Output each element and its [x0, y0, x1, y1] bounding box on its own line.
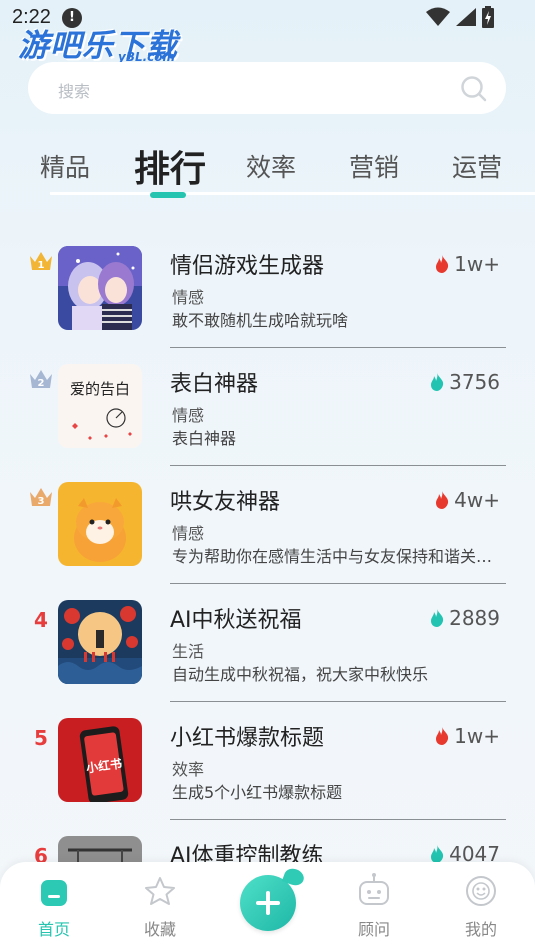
thumbnail-love-letter: 爱的告白 — [58, 364, 142, 448]
flame-teal-icon — [431, 373, 444, 391]
fire-red-icon — [436, 255, 449, 273]
rank-number: 4 — [34, 608, 48, 632]
home-icon — [41, 880, 67, 906]
item-stat-value: 1w+ — [454, 724, 500, 748]
nav-label: 收藏 — [143, 920, 176, 939]
tab-efficiency[interactable]: 效率 — [246, 148, 296, 184]
thumbnail-mid-autumn — [58, 600, 142, 684]
thumbnail-hamster — [58, 482, 142, 566]
status-icons — [425, 6, 495, 28]
item-category: 生活 — [172, 642, 205, 661]
item-stat: 3756 — [430, 370, 500, 394]
search-icon[interactable] — [460, 75, 488, 103]
nav-label: 顾问 — [357, 920, 390, 939]
list-item[interactable]: 5 小红书 小红书爆款标题 效率 生成5个小红书爆款标题 1w+ — [0, 702, 535, 820]
item-category: 情感 — [172, 524, 205, 543]
tab-operations[interactable]: 运营 — [452, 148, 502, 184]
signal-icon — [456, 8, 476, 26]
nav-home[interactable]: 首页 — [14, 872, 94, 940]
item-title: 表白神器 — [170, 372, 259, 397]
item-title: AI中秋送祝福 — [170, 608, 302, 633]
list-item[interactable]: 4 AI中秋送祝福 生活 自动生成中秋祝福，祝大家中秋快乐 2889 — [0, 584, 535, 702]
star-icon — [145, 877, 175, 905]
flame-teal-icon — [431, 845, 444, 863]
active-tab-indicator — [150, 192, 186, 198]
category-tabs: 精品 排行 效率 营销 运营 — [0, 140, 535, 200]
rank-crown-silver-icon: 2 — [30, 370, 52, 389]
tab-marketing[interactable]: 营销 — [349, 148, 399, 184]
thumb-text: 爱的告白 — [70, 380, 130, 398]
item-description: 专为帮助你在感情生活中与女友保持和谐关… — [172, 547, 493, 566]
nav-label: 首页 — [37, 920, 70, 939]
nav-label: 我的 — [464, 920, 497, 939]
list-item[interactable]: 3 哄女友神器 情感 专为帮助你在感情生活中与女友保持和谐关… 4w+ — [0, 466, 535, 584]
thumbnail-anime-couple — [58, 246, 142, 330]
item-stat: 1w+ — [435, 724, 500, 748]
nav-advisor[interactable]: 顾问 — [334, 872, 414, 940]
item-description: 敢不敢随机生成哈就玩啥 — [172, 311, 349, 330]
item-category: 情感 — [172, 406, 205, 425]
thumbnail-xiaohongshu: 小红书 — [58, 718, 142, 802]
tab-featured[interactable]: 精品 — [40, 148, 90, 184]
item-stat: 2889 — [430, 606, 500, 630]
list-item[interactable]: 1 情侣游戏生成器 情感 敢不敢随机生成哈就玩啥 1w+ — [0, 230, 535, 348]
item-description: 自动生成中秋祝福，祝大家中秋快乐 — [172, 665, 429, 684]
bottom-nav: 首页 收藏 顾问 我的 — [0, 862, 535, 951]
item-stat-value: 1w+ — [454, 252, 500, 276]
flame-teal-icon — [431, 609, 444, 627]
item-stat-value: 4w+ — [454, 488, 500, 512]
item-title: 小红书爆款标题 — [170, 726, 325, 751]
add-icon — [256, 891, 280, 915]
item-stat: 1w+ — [435, 252, 500, 276]
rank-crown-bronze-icon: 3 — [30, 488, 52, 507]
item-stat-value: 3756 — [449, 370, 500, 394]
smiley-icon — [466, 876, 496, 906]
watermark-logo: 游吧乐下载 yBL.com — [18, 20, 178, 65]
item-title: 哄女友神器 — [170, 490, 281, 515]
robot-icon — [359, 873, 389, 905]
item-description: 表白神器 — [172, 429, 237, 448]
item-stat: 4w+ — [435, 488, 500, 512]
wifi-icon — [426, 7, 450, 26]
fire-red-icon — [436, 491, 449, 509]
search-placeholder: 搜索 — [58, 82, 91, 101]
item-title: 情侣游戏生成器 — [170, 254, 325, 279]
fire-red-icon — [436, 727, 449, 745]
tab-ranking[interactable]: 排行 — [134, 140, 206, 192]
list-item[interactable]: 2 爱的告白 表白神器 情感 表白神器 3756 — [0, 348, 535, 466]
item-stat-value: 2889 — [449, 606, 500, 630]
nav-favorites[interactable]: 收藏 — [120, 872, 200, 940]
rank-number: 5 — [34, 726, 48, 750]
battery-icon — [482, 6, 494, 28]
nav-profile[interactable]: 我的 — [441, 872, 521, 940]
tabs-divider — [50, 192, 535, 195]
item-category: 效率 — [172, 760, 205, 779]
item-description: 生成5个小红书爆款标题 — [172, 783, 343, 802]
add-button[interactable] — [240, 875, 296, 931]
item-category: 情感 — [172, 288, 205, 307]
rank-crown-gold-icon: 1 — [30, 252, 52, 271]
search-input[interactable]: 搜索 — [28, 62, 506, 114]
rank-number: 1 — [38, 260, 45, 271]
rank-number: 3 — [38, 496, 45, 507]
rank-number: 2 — [38, 378, 45, 389]
